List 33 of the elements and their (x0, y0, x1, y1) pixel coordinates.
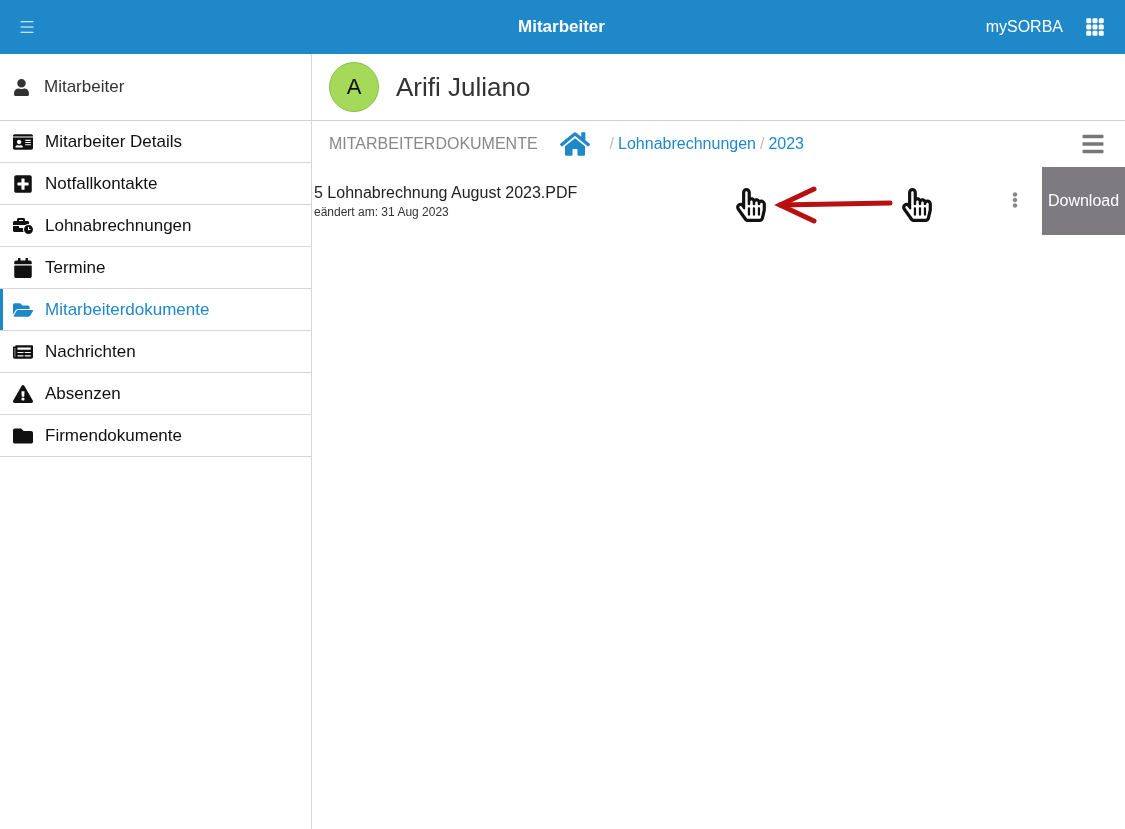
menu-icon[interactable] (18, 18, 36, 36)
sidebar-item-icon (13, 383, 33, 404)
employee-name: Arifi Juliano (396, 71, 531, 103)
sidebar-item[interactable]: Notfallkontakte (0, 163, 311, 205)
apps-grid-icon[interactable] (1085, 17, 1105, 37)
breadcrumb-separator: / (759, 135, 765, 153)
breadcrumb-link[interactable]: 2023 (768, 135, 804, 153)
sidebar-item-icon (13, 173, 33, 194)
sidebar-header: Mitarbeiter (44, 77, 125, 97)
sidebar-item[interactable]: Termine (0, 247, 311, 289)
sidebar-item[interactable]: Lohnabrechnungen (0, 205, 311, 247)
sidebar-item-icon (13, 131, 33, 152)
home-icon[interactable] (559, 129, 590, 159)
breadcrumb-link[interactable]: Lohnabrechnungen (618, 135, 756, 153)
sidebar-item[interactable]: Firmendokumente (0, 415, 311, 457)
sidebar-item-icon (13, 257, 33, 278)
page-title: Mitarbeiter (518, 17, 605, 37)
brand-name: mySORBA (985, 18, 1063, 36)
hand-pointer-icon (734, 188, 768, 222)
menu-icon[interactable] (1081, 132, 1105, 156)
section-title: MITARBEITERDOKUMENTE (329, 135, 538, 153)
sidebar-item[interactable]: Mitarbeiter Details (0, 121, 311, 163)
document-name[interactable]: 5 Lohnabrechnung August 2023.PDF (314, 184, 734, 202)
breadcrumb-separator: / (609, 135, 615, 153)
hand-pointer-icon (900, 188, 934, 222)
download-button[interactable]: Download (1042, 167, 1125, 235)
sidebar-item[interactable]: Mitarbeiterdokumente (0, 289, 311, 331)
sidebar-item-icon (13, 215, 33, 236)
sidebar-item[interactable]: Nachrichten (0, 331, 311, 373)
sidebar-item[interactable]: Absenzen (0, 373, 311, 415)
modified-date: eändert am: 31 Aug 2023 (314, 205, 450, 219)
person-icon (13, 78, 30, 96)
avatar: A (329, 62, 379, 112)
